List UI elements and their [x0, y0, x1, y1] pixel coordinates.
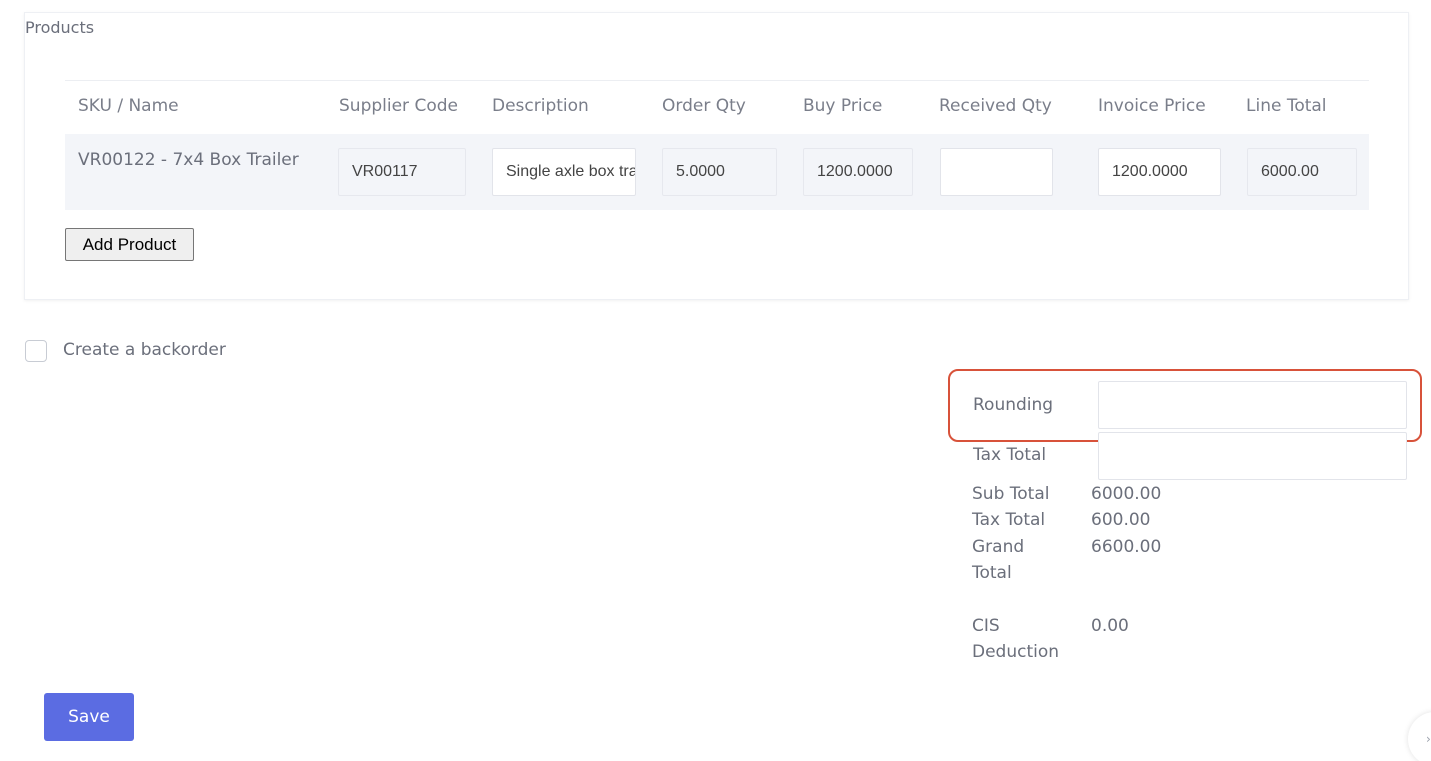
table-divider: [65, 80, 1369, 81]
column-header-description: Description: [492, 96, 589, 116]
rounding-label: Rounding: [973, 395, 1054, 415]
rounding-input[interactable]: [1098, 381, 1407, 429]
products-card: Products SKU / Name Supplier Code Descri…: [24, 12, 1409, 300]
grand-total-label-2: Total: [972, 563, 1012, 583]
grand-total-label: Grand: [972, 537, 1025, 557]
sub-total-label: Sub Total: [972, 484, 1050, 504]
tax-total-input[interactable]: [1098, 432, 1407, 480]
column-header-sku-name: SKU / Name: [78, 96, 179, 116]
cis-deduction-label: CIS: [972, 616, 1000, 636]
buy-price-field: 1200.0000: [803, 148, 913, 196]
tax-total-value: 600.00: [1091, 510, 1151, 530]
sub-total-value: 6000.00: [1091, 484, 1162, 504]
column-header-received-qty: Received Qty: [939, 96, 1052, 116]
backorder-checkbox[interactable]: [25, 340, 47, 362]
column-header-invoice-price: Invoice Price: [1098, 96, 1206, 116]
tax-total-label: Tax Total: [972, 510, 1046, 530]
save-button[interactable]: Save: [44, 693, 134, 741]
cis-deduction-label-2: Deduction: [972, 642, 1060, 662]
column-header-supplier-code: Supplier Code: [339, 96, 458, 116]
supplier-code-field: VR00117: [338, 148, 466, 196]
cis-deduction-value: 0.00: [1091, 616, 1129, 636]
backorder-label[interactable]: Create a backorder: [63, 340, 226, 360]
column-header-line-total: Line Total: [1246, 96, 1327, 116]
received-qty-input[interactable]: [940, 148, 1053, 196]
tax-total-input-label: Tax Total: [973, 445, 1047, 465]
grand-total-value: 6600.00: [1091, 537, 1162, 557]
description-input[interactable]: Single axle box trailer: [492, 148, 636, 196]
products-title: Products: [25, 18, 95, 37]
order-qty-field: 5.0000: [662, 148, 777, 196]
invoice-price-input[interactable]: 1200.0000: [1098, 148, 1221, 196]
column-header-buy-price: Buy Price: [803, 96, 883, 116]
add-product-button[interactable]: Add Product: [65, 228, 194, 261]
row-sku-name: VR00122 - 7x4 Box Trailer: [78, 150, 299, 170]
chevron-icon[interactable]: ›: [1408, 712, 1431, 761]
column-header-order-qty: Order Qty: [662, 96, 746, 116]
line-total-field: 6000.00: [1247, 148, 1357, 196]
